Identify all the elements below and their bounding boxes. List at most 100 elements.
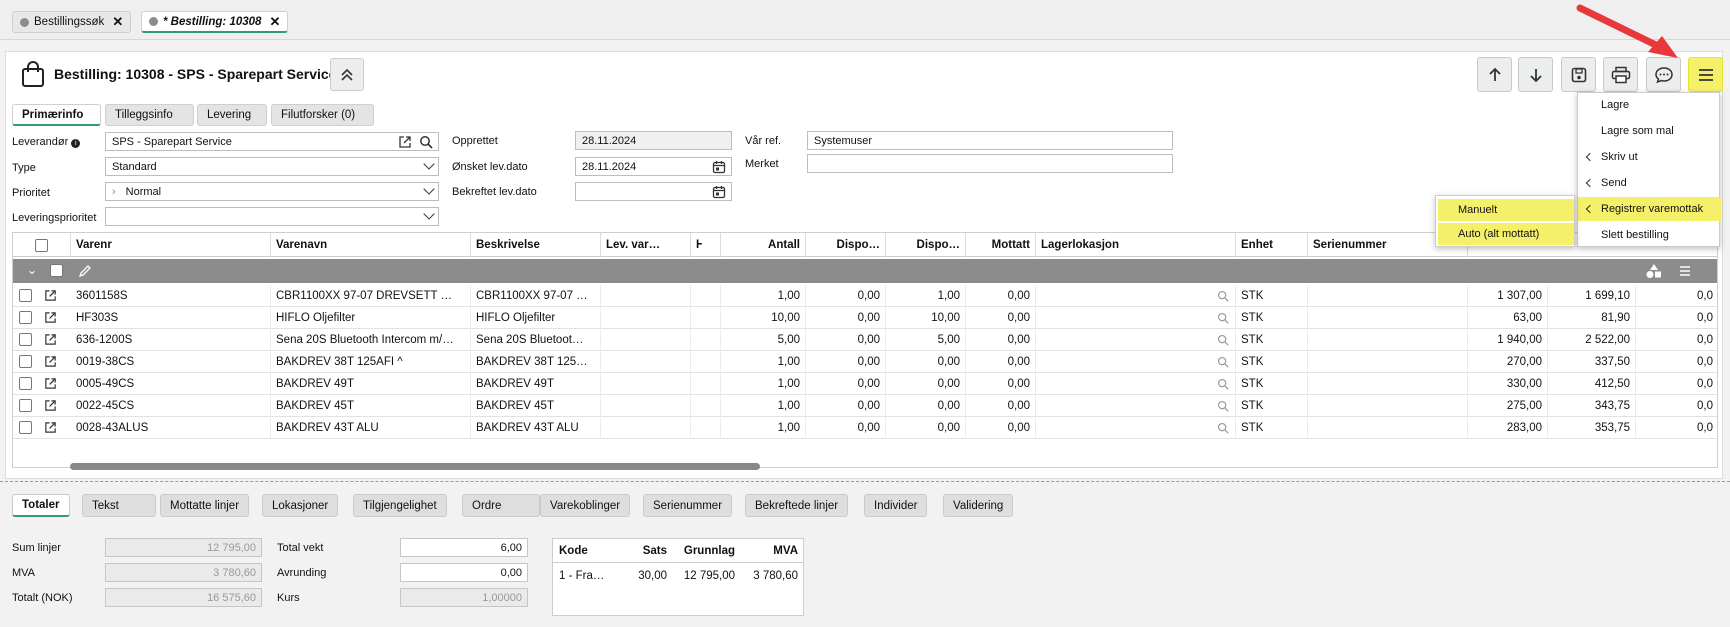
doc-tab-bestilling[interactable]: * Bestilling: 10308 ✕ <box>141 11 289 33</box>
search-icon[interactable] <box>1217 400 1229 412</box>
merket-field[interactable] <box>807 154 1173 173</box>
tab-lokasjoner[interactable]: Lokasjoner <box>262 494 339 517</box>
column-header-h[interactable]: Ⱶ <box>691 233 721 257</box>
open-external-icon[interactable] <box>44 311 57 324</box>
column-header-beskrivelse[interactable]: Beskrivelse <box>471 233 601 257</box>
column-header-dispo2[interactable]: Dispo… <box>886 233 966 257</box>
print-button[interactable] <box>1603 57 1638 92</box>
menu-item-slett-bestilling[interactable]: Slett bestilling <box>1578 223 1721 247</box>
tab-tilgjengelighet[interactable]: Tilgjengelighet <box>353 494 447 517</box>
search-icon[interactable] <box>1217 422 1229 434</box>
info-icon[interactable]: i <box>71 139 81 148</box>
cell-empty[interactable] <box>1036 395 1236 417</box>
search-icon[interactable] <box>1217 312 1229 324</box>
columns-menu-icon[interactable] <box>1678 264 1692 278</box>
open-external-icon[interactable] <box>44 333 57 346</box>
column-header-dispo1[interactable]: Dispo… <box>806 233 886 257</box>
open-external-icon[interactable] <box>44 289 57 302</box>
menu-item-skriv-ut[interactable]: Skriv ut <box>1578 145 1721 169</box>
vat-header-mva[interactable]: MVA <box>741 539 804 563</box>
table-row[interactable]: 0028-43ALUS BAKDREV 43T ALU BAKDREV 43T AL… <box>13 417 1717 439</box>
menu-item-send[interactable]: Send <box>1578 171 1721 195</box>
var-ref-field[interactable]: Systemuser <box>807 131 1173 150</box>
calendar-icon[interactable] <box>712 160 726 174</box>
column-header-antall[interactable]: Antall <box>721 233 806 257</box>
vat-header-grunnlag[interactable]: Grunnlag <box>673 539 741 563</box>
total-vekt-field[interactable]: 6,00 <box>400 538 528 557</box>
select-all-checkbox[interactable] <box>35 238 48 252</box>
tab-levering[interactable]: Levering <box>197 104 267 126</box>
search-icon[interactable] <box>1217 290 1229 302</box>
vat-header-sats[interactable]: Sats <box>615 539 673 563</box>
tab-validering[interactable]: Validering <box>943 494 1014 517</box>
submenu-item-manuelt[interactable]: Manuelt <box>1438 199 1574 221</box>
search-icon[interactable] <box>1217 334 1229 346</box>
more-menu-button[interactable] <box>1688 57 1723 92</box>
cell-empty[interactable] <box>1036 329 1236 351</box>
row-checkbox[interactable] <box>19 377 32 390</box>
open-external-icon[interactable] <box>398 135 412 149</box>
tab-tilleggsinfo[interactable]: Tilleggsinfo <box>105 104 194 126</box>
tab-filutforsker[interactable]: Filutforsker (0) <box>271 104 374 126</box>
column-header-varenr[interactable]: Varenr <box>71 233 271 257</box>
tab-tekst[interactable]: Tekst <box>82 494 156 517</box>
comment-button[interactable] <box>1646 57 1681 92</box>
menu-item-lagre[interactable]: Lagre <box>1578 93 1721 117</box>
tab-bekreftede-linjer[interactable]: Bekreftede linjer <box>745 494 849 517</box>
table-row[interactable]: 0005-49CS BAKDREV 49T BAKDREV 49T 1,00 0,00 0… <box>13 373 1717 395</box>
tab-ordre[interactable]: Ordre <box>462 494 540 517</box>
row-checkbox[interactable] <box>19 311 32 324</box>
open-external-icon[interactable] <box>44 377 57 390</box>
open-external-icon[interactable] <box>44 399 57 412</box>
table-row[interactable]: 636-1200S Sena 20S Bluetooth Intercom m/…… <box>13 329 1717 351</box>
shapes-icon[interactable] <box>1645 263 1663 279</box>
search-icon[interactable] <box>419 135 433 149</box>
row-checkbox[interactable] <box>19 289 32 302</box>
cell-empty[interactable] <box>1036 351 1236 373</box>
menu-item-registrer-varemottak[interactable]: Registrer varemottak <box>1578 197 1721 221</box>
prioritet-select[interactable]: › Normal <box>105 182 439 201</box>
save-button[interactable] <box>1561 57 1596 92</box>
pencil-icon[interactable] <box>78 264 92 278</box>
close-icon[interactable]: ✕ <box>269 14 280 30</box>
table-row[interactable]: 0022-45CS BAKDREV 45T BAKDREV 45T 1,00 0,00 0… <box>13 395 1717 417</box>
bekreftet-date-field[interactable] <box>575 182 732 201</box>
collapse-button[interactable] <box>330 58 364 91</box>
group-checkbox[interactable] <box>50 264 63 277</box>
submenu-item-auto[interactable]: Auto (alt mottatt) <box>1438 223 1574 245</box>
row-checkbox[interactable] <box>19 421 32 434</box>
column-header-enhet[interactable]: Enhet <box>1236 233 1308 257</box>
calendar-icon[interactable] <box>712 185 726 199</box>
row-checkbox[interactable] <box>19 399 32 412</box>
type-select[interactable]: Standard <box>105 157 439 176</box>
avrunding-field[interactable]: 0,00 <box>400 563 528 582</box>
move-up-button[interactable] <box>1477 57 1512 92</box>
tab-primaerinfo[interactable]: Primærinfo <box>12 104 101 126</box>
doc-tab-bestillingssok[interactable]: Bestillingssøk ✕ <box>12 11 132 33</box>
tab-mottatte-linjer[interactable]: Mottatte linjer <box>160 494 250 517</box>
chevron-down-icon[interactable]: ⌄ <box>27 263 37 277</box>
cell-empty[interactable] <box>1036 307 1236 329</box>
open-external-icon[interactable] <box>44 421 57 434</box>
vat-header-kode[interactable]: Kode <box>553 539 615 563</box>
column-header-lev-var[interactable]: Lev. var… <box>601 233 691 257</box>
cell-empty[interactable] <box>1036 417 1236 439</box>
tab-varekoblinger[interactable]: Varekoblinger <box>540 494 631 517</box>
column-header-lagerlokasjon[interactable]: Lagerlokasjon <box>1036 233 1236 257</box>
onsket-date-field[interactable]: 28.11.2024 <box>575 157 732 176</box>
row-checkbox[interactable] <box>19 333 32 346</box>
table-row[interactable]: 3601158S CBR1100XX 97-07 DREVSETT … CBR110… <box>13 285 1717 307</box>
table-row[interactable]: HF303S HIFLO Oljefilter HIFLO Oljefilter 10… <box>13 307 1717 329</box>
panel-splitter[interactable] <box>0 481 1730 482</box>
search-icon[interactable] <box>1217 378 1229 390</box>
tab-individer[interactable]: Individer <box>864 494 928 517</box>
row-checkbox[interactable] <box>19 355 32 368</box>
column-header-varenavn[interactable]: Varenavn <box>271 233 471 257</box>
close-icon[interactable]: ✕ <box>112 14 123 30</box>
cell-empty[interactable] <box>1036 373 1236 395</box>
cell-empty[interactable] <box>1036 285 1236 307</box>
column-header-mottatt[interactable]: Mottatt <box>966 233 1036 257</box>
open-external-icon[interactable] <box>44 355 57 368</box>
horizontal-scrollbar[interactable] <box>70 463 760 470</box>
menu-item-lagre-som-mal[interactable]: Lagre som mal <box>1578 119 1721 143</box>
